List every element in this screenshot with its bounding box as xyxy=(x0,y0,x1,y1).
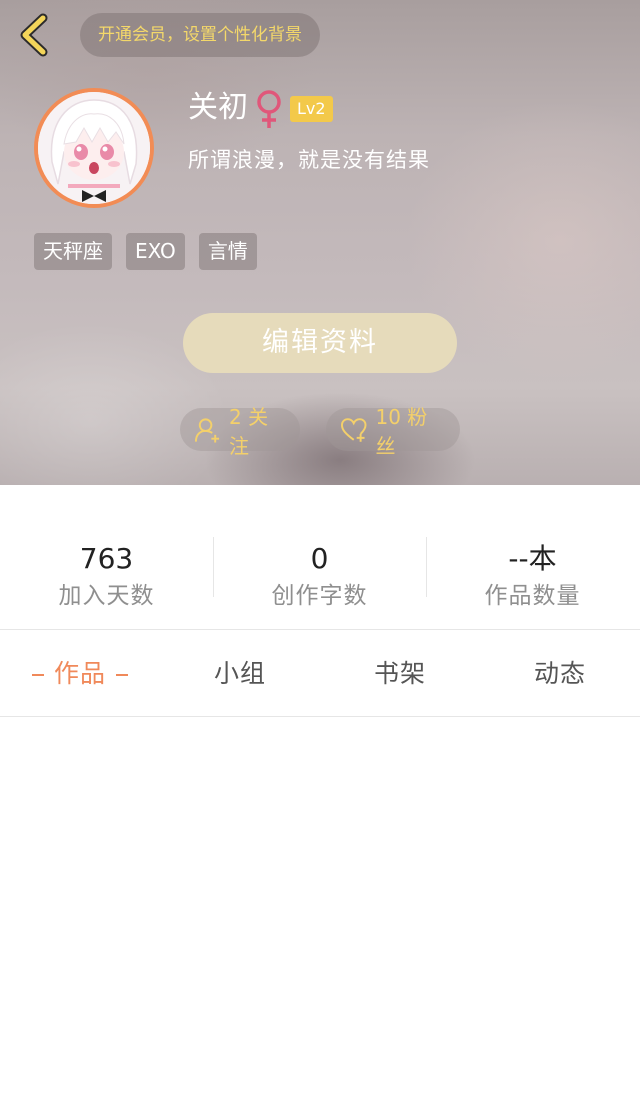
tab-label: 动态 xyxy=(533,659,586,688)
follow-count-button[interactable]: 2 关注 xyxy=(180,405,300,458)
profile-page: 开通会员，设置个性化背景 关初 Lv2 所谓浪漫，就是没有结果 天秤座 EXO … xyxy=(0,0,640,1104)
tab-bookshelf[interactable]: 书架 xyxy=(320,631,480,717)
profile-tabs: 作品 小组 书架 动态 xyxy=(0,631,640,717)
stat-label: 作品数量 xyxy=(484,583,581,609)
stats-panel: 763 加入天数 0 创作字数 --本 作品数量 xyxy=(0,485,640,630)
chevron-left-icon xyxy=(20,13,48,57)
stat-works-count: --本 作品数量 xyxy=(426,485,639,630)
level-badge: Lv2 xyxy=(290,96,333,122)
tab-active-dash xyxy=(116,674,128,676)
avatar-image xyxy=(38,92,150,204)
avatar[interactable] xyxy=(34,88,154,208)
tag-item[interactable]: 言情 xyxy=(198,233,257,270)
heart-plus-icon xyxy=(340,417,367,442)
tab-active-dash xyxy=(31,674,44,676)
tab-label: 书架 xyxy=(373,659,426,688)
tab-groups[interactable]: 小组 xyxy=(160,631,320,717)
follow-count-label: 2 关注 xyxy=(229,404,269,458)
stat-value: 0 xyxy=(310,542,329,575)
username: 关初 xyxy=(188,90,248,125)
add-user-icon xyxy=(194,417,220,443)
stat-days-joined: 763 加入天数 xyxy=(0,485,213,630)
tag-item[interactable]: EXO xyxy=(126,233,185,270)
stat-value: 763 xyxy=(79,542,134,575)
tab-content-area xyxy=(0,718,640,1104)
edit-profile-button[interactable]: 编辑资料 xyxy=(183,313,457,373)
profile-header: 开通会员，设置个性化背景 关初 Lv2 所谓浪漫，就是没有结果 天秤座 EXO … xyxy=(0,0,640,485)
tab-works[interactable]: 作品 xyxy=(0,631,160,717)
stat-label: 加入天数 xyxy=(58,583,155,609)
back-button[interactable] xyxy=(14,12,54,58)
signature: 所谓浪漫，就是没有结果 xyxy=(188,148,430,172)
stat-value: --本 xyxy=(508,542,557,575)
tag-item[interactable]: 天秤座 xyxy=(34,233,112,270)
fans-count-button[interactable]: 10 粉丝 xyxy=(326,405,460,458)
vip-banner[interactable]: 开通会员，设置个性化背景 xyxy=(80,13,320,57)
female-icon xyxy=(257,90,281,128)
stat-words-written: 0 创作字数 xyxy=(213,485,426,630)
tag-list: 天秤座 EXO 言情 xyxy=(34,233,257,270)
tab-label: 小组 xyxy=(213,659,266,688)
tab-label: 作品 xyxy=(53,659,106,688)
stat-label: 创作字数 xyxy=(271,583,368,609)
tab-activity[interactable]: 动态 xyxy=(480,631,640,717)
fans-count-label: 10 粉丝 xyxy=(375,404,428,458)
